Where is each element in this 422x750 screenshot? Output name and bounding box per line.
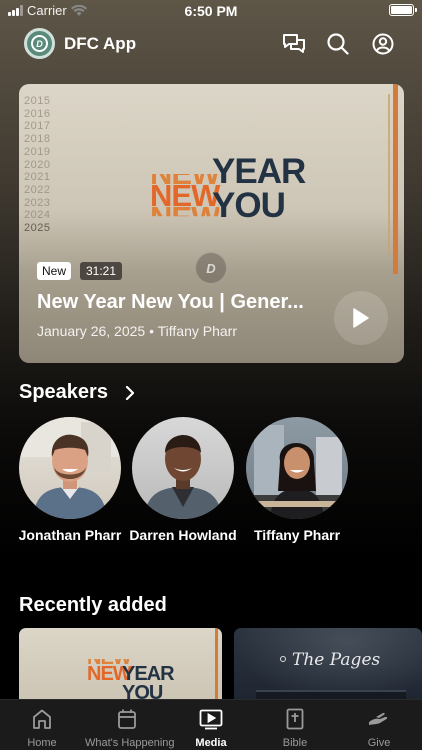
- recently-added-heading: Recently added: [19, 594, 167, 616]
- speaker-name: Darren Howland: [129, 527, 237, 543]
- recent-artwork-stripe: [215, 628, 218, 704]
- recent-artwork-dot: [280, 656, 286, 662]
- church-logo-watermark: D: [195, 252, 227, 284]
- bible-icon: [253, 708, 337, 730]
- artwork-stripe-accent: [393, 84, 398, 274]
- speaker-darren-howland[interactable]: Darren Howland: [128, 417, 238, 544]
- tab-give[interactable]: Give: [337, 700, 421, 750]
- speakers-heading[interactable]: Speakers: [19, 381, 108, 404]
- avatar: [19, 417, 121, 519]
- tab-bar: Home What's Happening Media Bible Give: [0, 699, 422, 750]
- play-icon: [353, 308, 369, 328]
- avatar: [246, 417, 348, 519]
- tab-label: What's Happening: [85, 737, 175, 749]
- tab-bible[interactable]: Bible: [253, 700, 337, 750]
- speaker-jonathan-pharr[interactable]: Jonathan Pharr: [15, 417, 125, 544]
- tab-label: Home: [27, 737, 57, 749]
- new-badge: New: [37, 262, 72, 280]
- speaker-tiffany-pharr[interactable]: Tiffany Pharr: [242, 417, 352, 544]
- duration-badge: 31:21: [80, 262, 123, 280]
- chat-bubbles-icon[interactable]: [281, 31, 307, 57]
- artwork-year: YEAR: [212, 152, 306, 191]
- battery-icon: [389, 4, 417, 16]
- chevron-right-icon[interactable]: [124, 385, 136, 401]
- tab-label: Give: [367, 737, 391, 749]
- tab-label: Bible: [282, 737, 308, 749]
- account-icon[interactable]: [370, 31, 396, 57]
- artwork-stripe: [388, 94, 390, 254]
- search-icon[interactable]: [325, 31, 351, 57]
- speaker-name: Jonathan Pharr: [18, 527, 122, 543]
- tab-label: Media: [195, 737, 227, 749]
- tab-whats-happening[interactable]: What's Happening: [85, 700, 175, 750]
- media-play-icon: [169, 708, 253, 730]
- app-title: DFC App: [64, 34, 137, 53]
- give-hand-icon: [337, 708, 421, 730]
- sermon-title[interactable]: New Year New You | Gener...: [37, 291, 327, 314]
- recent-artwork-year: YEAR: [122, 663, 175, 685]
- meta-separator: •: [149, 323, 154, 339]
- status-time: 6:50 PM: [184, 3, 238, 19]
- avatar: [132, 417, 234, 519]
- tab-home[interactable]: Home: [0, 700, 84, 750]
- sermon-date: January 26, 2025: [37, 323, 146, 339]
- recent-artwork-title: The Pages: [292, 650, 381, 670]
- status-bar: Carrier 6:50 PM: [0, 0, 422, 22]
- artwork-new-echo: NEW: [150, 200, 220, 235]
- speaker-name: Tiffany Pharr: [253, 527, 341, 543]
- tab-media[interactable]: Media: [169, 700, 253, 750]
- featured-sermon-card[interactable]: 2015 2016 2017 2018 2019 2020 2021 2022 …: [19, 84, 404, 363]
- app-header: D DFC App: [0, 28, 422, 60]
- recent-media-card[interactable]: The Pages: [234, 628, 422, 704]
- artwork-years: 2015 2016 2017 2018 2019 2020 2021 2022 …: [24, 95, 51, 235]
- recent-media-card[interactable]: NEW NEW YEAR YOU: [19, 628, 222, 704]
- app-logo[interactable]: D: [24, 28, 55, 59]
- app-logo-mark: D: [31, 35, 48, 52]
- artwork-you: YOU: [212, 186, 286, 225]
- sermon-speaker: Tiffany Pharr: [157, 323, 238, 339]
- calendar-icon: [85, 708, 169, 730]
- home-icon: [0, 708, 84, 730]
- play-button[interactable]: [334, 291, 388, 345]
- sermon-meta: January 26, 2025 • Tiffany Pharr: [37, 323, 237, 339]
